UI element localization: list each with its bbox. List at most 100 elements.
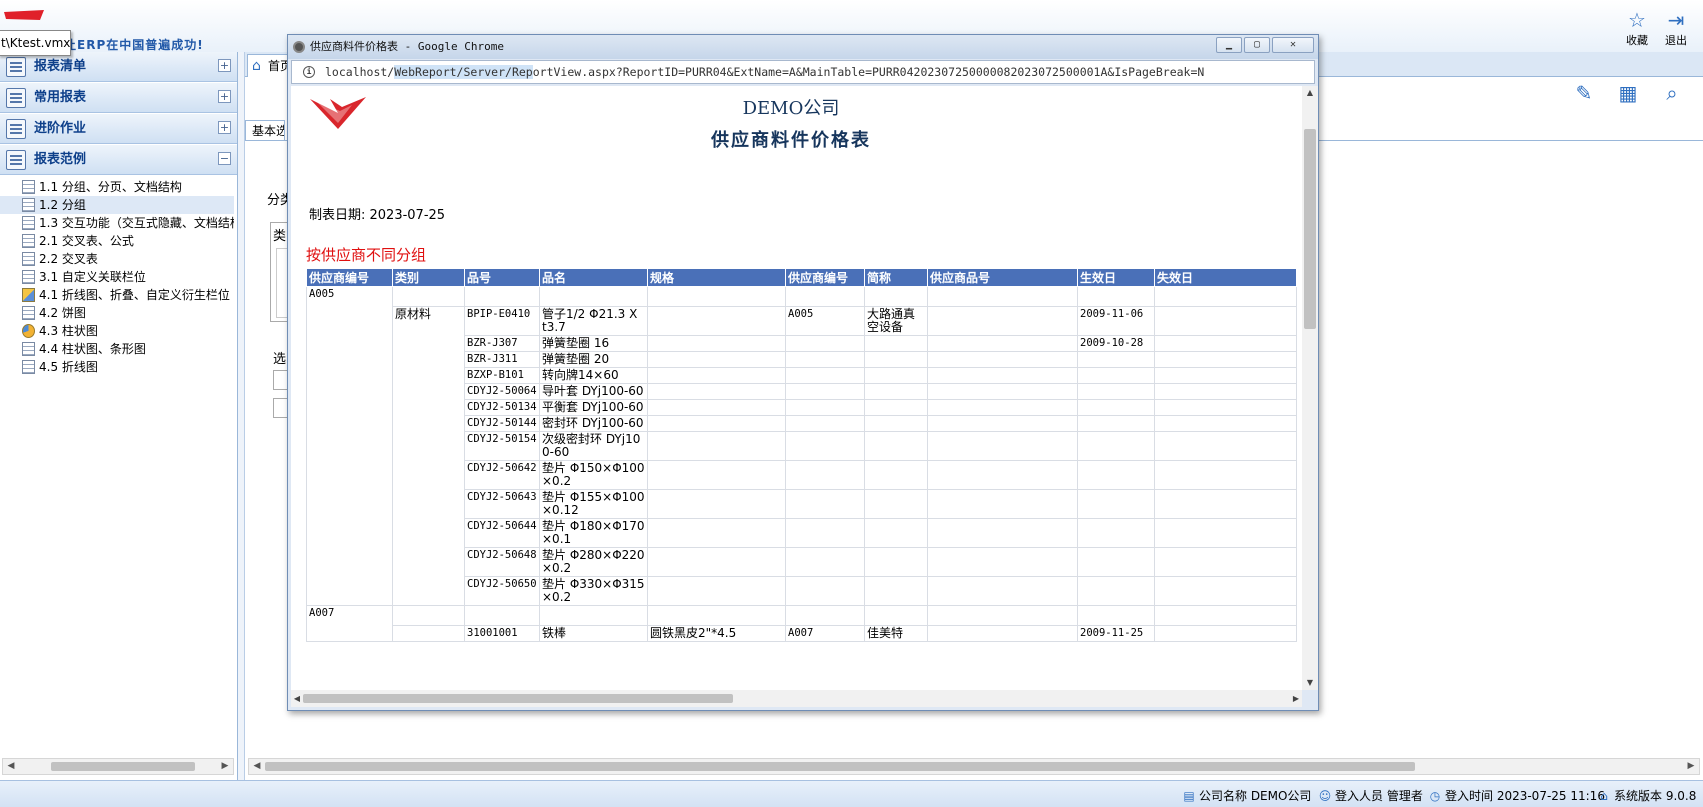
- favorite-button[interactable]: ☆ 收藏: [1617, 8, 1657, 48]
- tree-item[interactable]: 4.5 折线图: [0, 358, 234, 376]
- short-name-cell: [864, 576, 928, 606]
- item-code-cell: CDYJ2-50650: [464, 576, 540, 606]
- tree-item[interactable]: 4.2 饼图: [0, 304, 234, 322]
- scroll-thumb[interactable]: [51, 762, 195, 771]
- item-code-cell: BZXP-B101: [464, 367, 540, 384]
- expire-date-cell: [1154, 383, 1297, 400]
- item-code-cell: CDYJ2-50064: [464, 383, 540, 400]
- scroll-up-icon[interactable]: ▲: [1302, 86, 1318, 100]
- effective-date-cell: [1077, 489, 1155, 519]
- address-bar[interactable]: i localhost/WebReport/Server/ReportView.…: [291, 60, 1315, 84]
- section-common-reports[interactable]: 常用报表 +: [0, 83, 237, 113]
- short-name-cell: 大路通真空设备: [864, 306, 928, 336]
- collapse-icon[interactable]: −: [218, 152, 231, 165]
- section-examples[interactable]: 报表范例 −: [0, 145, 237, 175]
- tree-item[interactable]: 2.1 交叉表、公式: [0, 232, 234, 250]
- column-header: 供应商编号: [785, 268, 865, 287]
- tree-item[interactable]: 3.1 自定义关联栏位: [0, 268, 234, 286]
- expire-date-cell: [1154, 306, 1297, 336]
- vendor-code-cell: [785, 415, 865, 432]
- grid-icon[interactable]: ▦: [1617, 82, 1639, 104]
- scroll-down-icon[interactable]: ▼: [1302, 676, 1318, 690]
- expand-icon[interactable]: +: [218, 121, 231, 134]
- scroll-left-icon[interactable]: ◀: [3, 759, 19, 774]
- sidebar-hscrollbar[interactable]: ◀ ▶: [2, 758, 234, 775]
- vendor-code-cell: A007: [785, 625, 865, 642]
- scroll-left-icon[interactable]: ◀: [291, 691, 303, 706]
- report-vscrollbar[interactable]: ▲ ▼: [1302, 86, 1318, 690]
- info-icon[interactable]: i: [303, 66, 315, 78]
- tab-basic[interactable]: 基本选项: [245, 120, 285, 140]
- short-name-cell: [864, 399, 928, 416]
- scroll-right-icon[interactable]: ▶: [1683, 759, 1699, 774]
- scroll-thumb[interactable]: [303, 694, 733, 703]
- report-hscrollbar[interactable]: ◀ ▶: [291, 690, 1302, 707]
- report-icon: [22, 306, 35, 320]
- exit-button[interactable]: ⇥ 退出: [1656, 8, 1696, 48]
- spec-cell: [647, 415, 786, 432]
- item-code-cell: BZR-J311: [464, 351, 540, 368]
- expand-icon[interactable]: +: [218, 59, 231, 72]
- expire-date-cell: [1154, 335, 1297, 352]
- search-icon[interactable]: ⌕: [1661, 82, 1683, 104]
- edit-icon[interactable]: ✎: [1573, 82, 1595, 104]
- status-version: ⌂ 系统版本 9.0.8: [1597, 787, 1696, 804]
- maximize-button[interactable]: ▢: [1244, 37, 1270, 53]
- tab-home[interactable]: 首页: [247, 54, 291, 77]
- short-name-cell: [864, 547, 928, 577]
- tree-item[interactable]: 1.3 交互功能（交互式隐藏、文档结构: [0, 214, 234, 232]
- scroll-thumb[interactable]: [1304, 129, 1316, 329]
- vendor-item-cell: [927, 518, 1078, 548]
- empty-cell: [392, 605, 465, 626]
- vendor-item-cell: [927, 625, 1078, 642]
- short-name-cell: [864, 431, 928, 461]
- short-name-cell: [864, 460, 928, 490]
- minimize-button[interactable]: ▁: [1216, 37, 1242, 53]
- tree-item[interactable]: 4.3 柱状图: [0, 322, 234, 340]
- examples-icon: [6, 150, 26, 170]
- expire-date-cell: [1154, 351, 1297, 368]
- scroll-thumb[interactable]: [265, 762, 1415, 771]
- tree-item[interactable]: 1.1 分组、分页、文档结构: [0, 178, 234, 196]
- tree-item[interactable]: 4.1 折线图、折叠、自定义衍生栏位: [0, 286, 234, 304]
- section-report-list[interactable]: 报表清单 +: [0, 52, 237, 82]
- short-name-cell: 佳美特: [864, 625, 928, 642]
- effective-date-cell: [1077, 460, 1155, 490]
- table-row: 31001001 铁棒 圆铁黑皮2"*4.5 A007 佳美特 2009-11-25: [307, 625, 1297, 642]
- vendor-code-cell: [785, 367, 865, 384]
- item-code-cell: CDYJ2-50644: [464, 518, 540, 548]
- item-code-cell: CDYJ2-50648: [464, 547, 540, 577]
- vendor-group-cell: A005: [306, 286, 393, 606]
- vendor-item-cell: [927, 306, 1078, 336]
- scroll-left-icon[interactable]: ◀: [249, 759, 265, 774]
- tree-item[interactable]: 2.2 交叉表: [0, 250, 234, 268]
- vendor-item-cell: [927, 489, 1078, 519]
- scroll-right-icon[interactable]: ▶: [217, 759, 233, 774]
- report-table: 供应商编号 类别 品号 品名 规格 供应商编号 简称 供应商品号 生效日 失效日…: [306, 268, 1297, 642]
- effective-date-cell: 2009-11-06: [1077, 306, 1155, 336]
- expand-icon[interactable]: +: [218, 90, 231, 103]
- user-icon: ☺: [1318, 789, 1332, 803]
- spec-cell: [647, 547, 786, 577]
- item-name-cell: 平衡套 DYj100-60: [539, 399, 648, 416]
- window-title-bar[interactable]: 供应商料件价格表 - Google Chrome ▁ ▢ ✕: [288, 35, 1318, 59]
- tree-item[interactable]: 4.4 柱状图、条形图: [0, 340, 234, 358]
- report-icon: [22, 342, 35, 356]
- section-advanced[interactable]: 进阶作业 +: [0, 114, 237, 144]
- item-name-cell: 弹簧垫圈 16: [539, 335, 648, 352]
- empty-cell: [539, 605, 648, 626]
- scroll-right-icon[interactable]: ▶: [1290, 691, 1302, 706]
- effective-date-cell: [1077, 415, 1155, 432]
- main-hscrollbar[interactable]: ◀ ▶: [248, 758, 1700, 775]
- report-icon: [22, 360, 35, 374]
- tree-item-selected[interactable]: 1.2 分组: [0, 196, 234, 214]
- window-controls: ▁ ▢ ✕: [1216, 37, 1314, 53]
- vendor-code-cell: [785, 576, 865, 606]
- spec-cell: [647, 431, 786, 461]
- category-label: 类: [273, 229, 287, 244]
- status-login-time: ◷ 登入时间 2023-07-25 11:16: [1429, 789, 1605, 803]
- close-button[interactable]: ✕: [1272, 37, 1314, 53]
- panel-splitter[interactable]: [238, 52, 245, 780]
- item-code-cell: 31001001: [464, 625, 540, 642]
- spec-cell: [647, 460, 786, 490]
